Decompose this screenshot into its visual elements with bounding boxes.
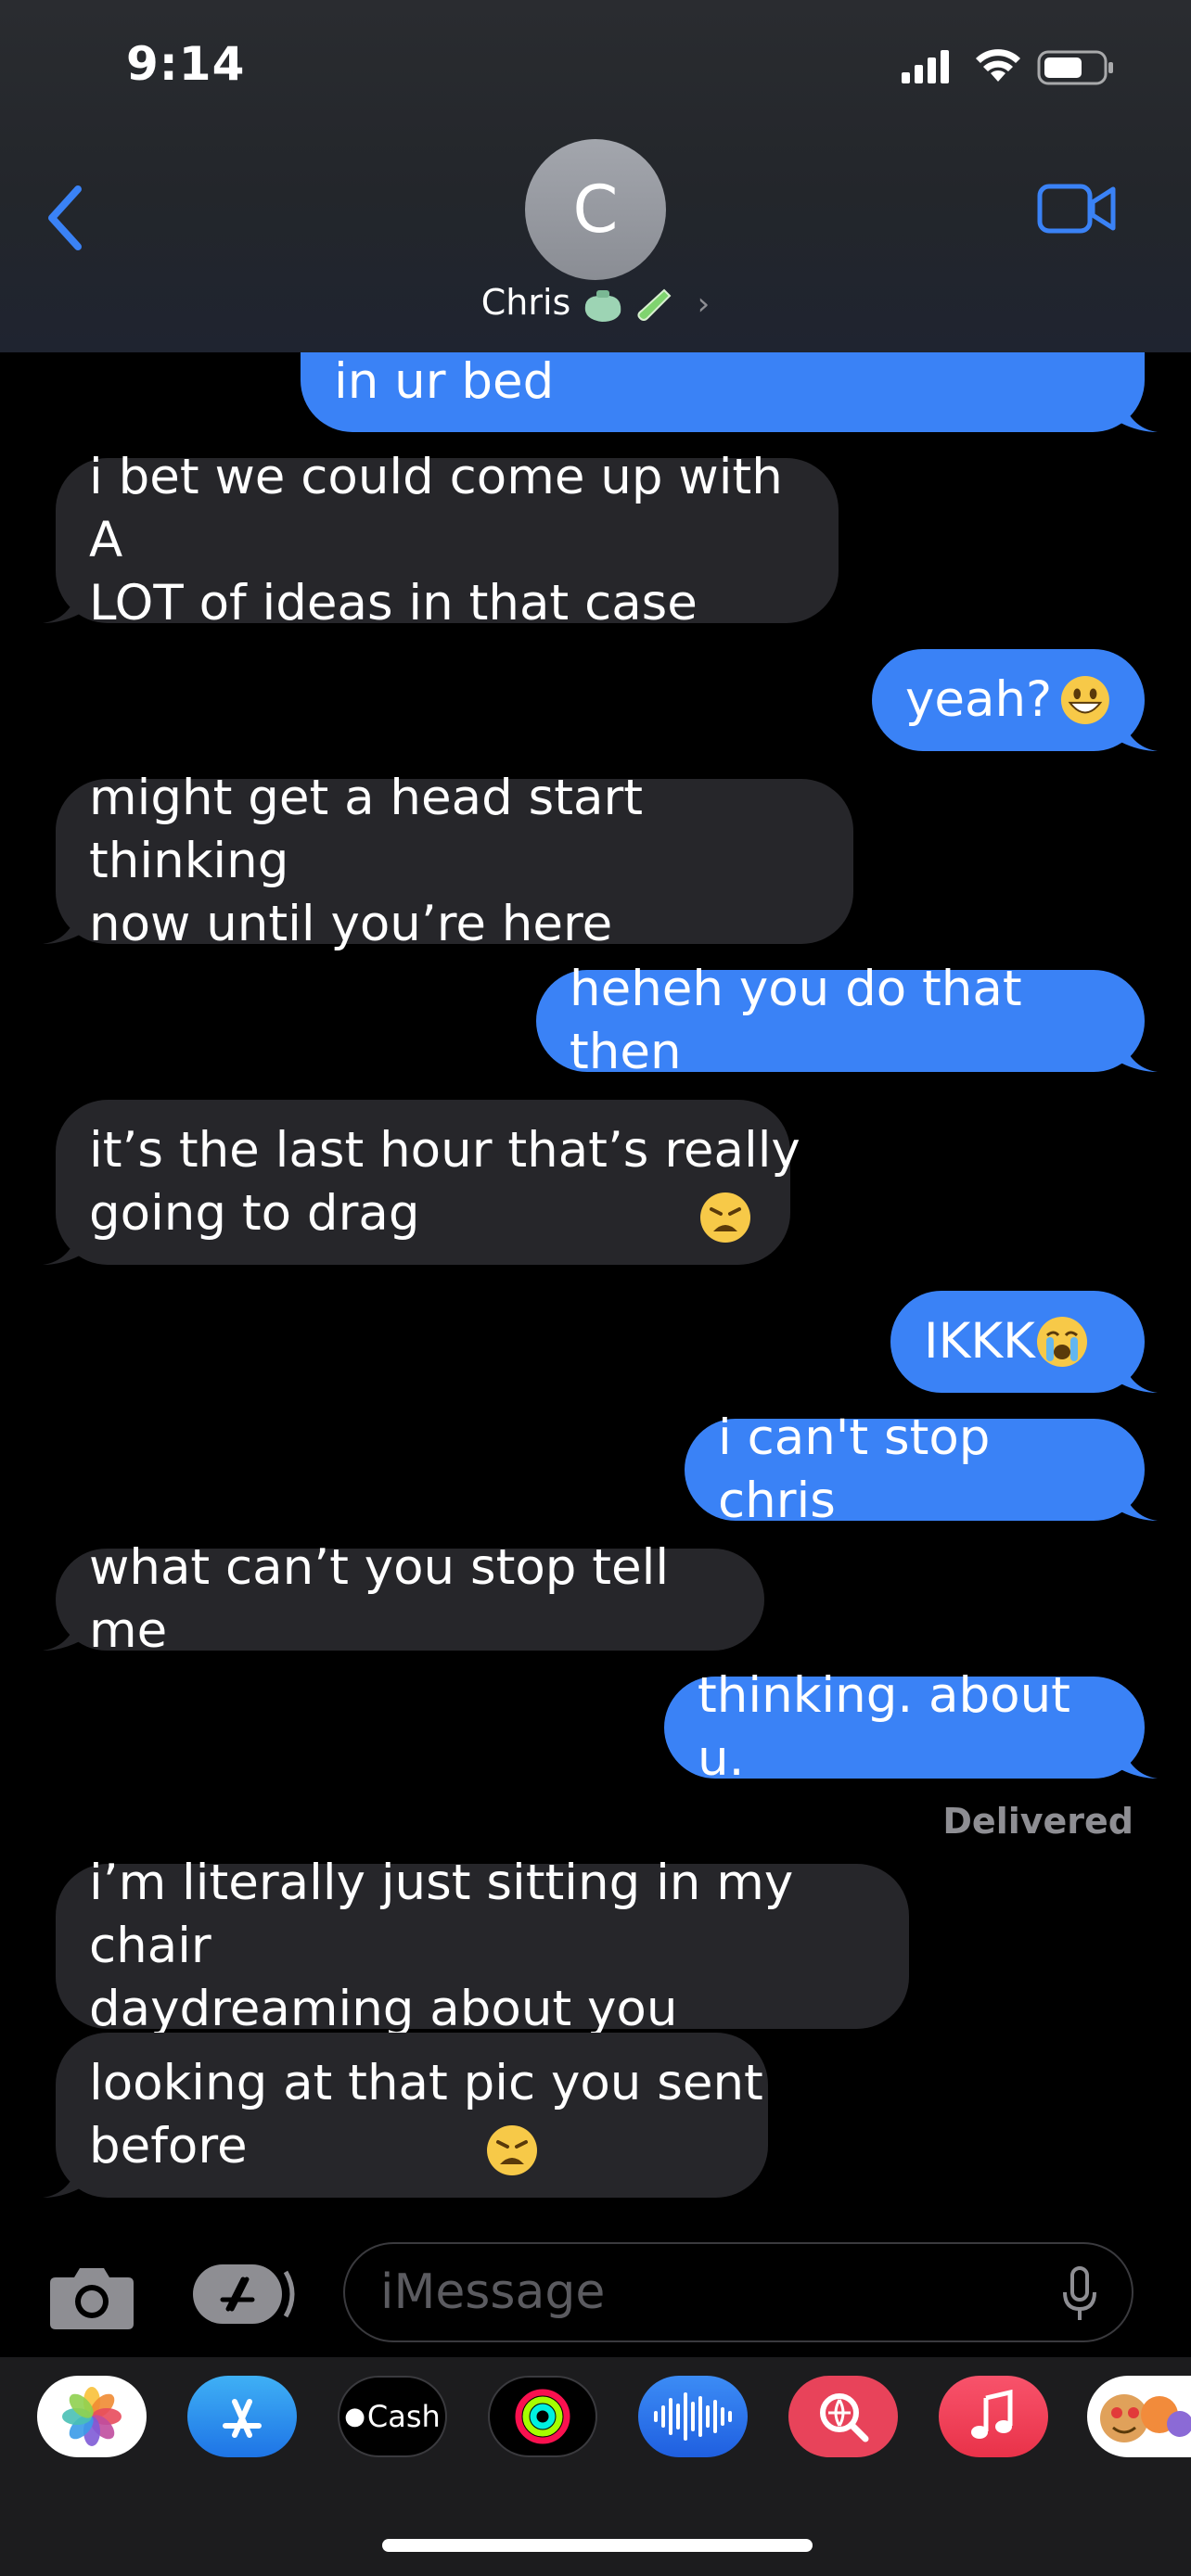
apple-cash-app-icon[interactable]: ● Cash: [338, 2376, 447, 2457]
avatar-initial: C: [572, 172, 619, 248]
apple-logo-icon: ●: [344, 2403, 365, 2430]
grinning-face-emoji-icon: [1061, 676, 1110, 724]
imessage-input[interactable]: iMessage: [343, 2242, 1133, 2342]
contact-avatar[interactable]: C: [525, 139, 666, 280]
received-message[interactable]: what can’t you stop tell me: [43, 1539, 764, 1659]
sent-message[interactable]: IKKK: [890, 1291, 1158, 1393]
chevron-right-icon: ›: [697, 286, 711, 323]
back-chevron-icon[interactable]: [43, 184, 87, 252]
contact-name: Chris: [480, 282, 571, 323]
test-tube-icon: [636, 288, 671, 321]
received-message[interactable]: it’s the last hour that’s really going t…: [43, 1100, 800, 1265]
weary-face-emoji-icon: [486, 2125, 537, 2175]
imessage-placeholder: iMessage: [380, 2264, 606, 2320]
contact-name-row[interactable]: Chris ›: [0, 282, 1191, 324]
memoji-app-icon[interactable]: [1087, 2376, 1191, 2457]
app-store-apps-icon[interactable]: [191, 2259, 299, 2329]
cellular-signal-icon: [902, 50, 949, 83]
sent-message[interactable]: i can't stop chris: [685, 1409, 1158, 1529]
sent-message[interactable]: heheh you do that then: [536, 961, 1158, 1080]
image-search-app-icon[interactable]: [788, 2376, 898, 2457]
delivered-status: Delivered: [942, 1801, 1133, 1842]
photos-app-icon[interactable]: [37, 2376, 147, 2457]
money-bag-icon: [585, 289, 621, 322]
voice-memo-app-icon[interactable]: [638, 2376, 748, 2457]
battery-icon: [1037, 50, 1113, 85]
status-time: 9:14: [126, 37, 246, 91]
received-message[interactable]: i’m literally just sitting in my chair d…: [56, 1855, 909, 2037]
activity-app-icon[interactable]: [488, 2376, 597, 2457]
received-message[interactable]: looking at that pic you sent before: [43, 2033, 768, 2198]
received-message[interactable]: i bet we could come up with A LOT of ide…: [43, 449, 839, 631]
sent-message[interactable]: thinking. about u.: [664, 1667, 1158, 1787]
conversation-header: 9:14 C Chris ›: [0, 0, 1191, 352]
crying-face-emoji-icon: [1036, 1317, 1087, 1367]
weary-face-emoji-icon: [699, 1192, 750, 1243]
sent-message[interactable]: yeah?: [872, 649, 1158, 751]
wifi-icon: [976, 49, 1020, 82]
microphone-icon[interactable]: [1061, 2266, 1098, 2322]
app-store-app-icon[interactable]: [187, 2376, 297, 2457]
camera-icon[interactable]: [48, 2261, 135, 2331]
music-app-icon[interactable]: [939, 2376, 1048, 2457]
received-message[interactable]: might get a head start thinking now unti…: [43, 770, 853, 952]
facetime-video-icon[interactable]: [1037, 182, 1117, 236]
cash-label: Cash: [366, 2399, 441, 2434]
home-indicator[interactable]: [382, 2539, 813, 2552]
